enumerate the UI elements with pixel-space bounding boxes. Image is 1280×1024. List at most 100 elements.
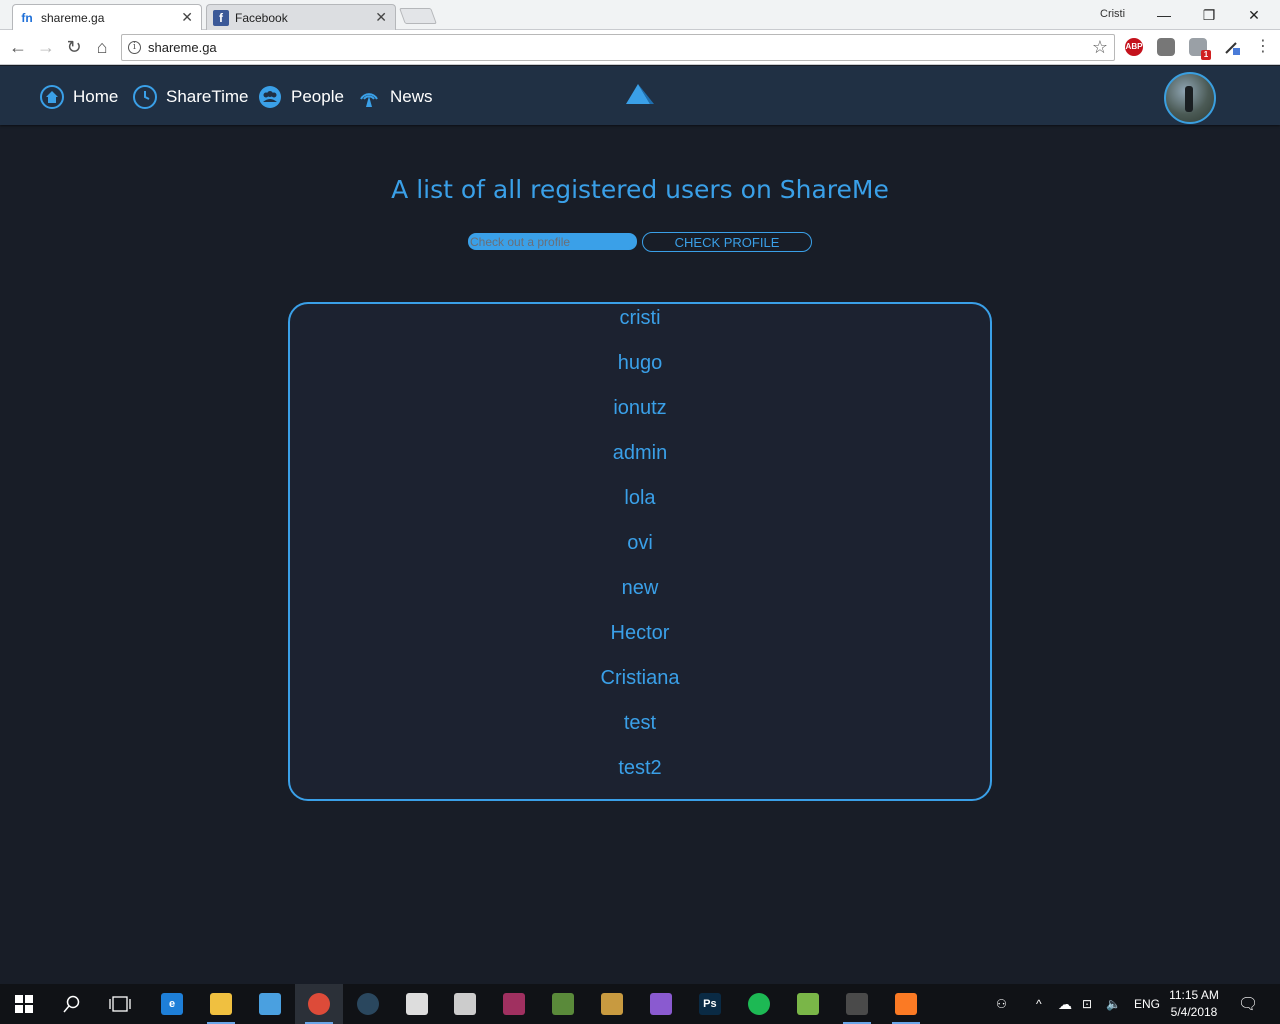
profile-search-input[interactable] (468, 233, 637, 250)
nav-news-label: News (390, 87, 433, 106)
windows-taskbar: e Ps ⚇ ^ ☁ ⊡ 🔈 ENG 11:15 AM 5/4/2018 🗨 (0, 984, 1280, 1024)
facebook-favicon-icon: f (213, 9, 229, 26)
minecraft-icon[interactable] (539, 984, 587, 1024)
site-info-icon[interactable]: i (128, 41, 141, 54)
close-tab-icon[interactable]: ✕ (181, 9, 193, 26)
adblock-icon[interactable]: ABP (1125, 38, 1143, 56)
clock-icon (133, 85, 157, 109)
avatar[interactable] (1164, 72, 1216, 124)
skyrim-glyph (454, 993, 477, 1015)
nav-home[interactable]: Home (40, 84, 118, 110)
nav-news[interactable]: News (357, 84, 433, 110)
clock-date: 5/4/2018 (1170, 1005, 1218, 1019)
minecraft-glyph (552, 993, 575, 1015)
tab-shareme[interactable]: fn shareme.ga ✕ (12, 4, 202, 30)
browser-tabstrip: fn shareme.ga ✕ f Facebook ✕ Cristi — ❐ … (0, 0, 1280, 30)
nav-people-label: People (291, 87, 344, 106)
visual-studio-icon[interactable] (637, 984, 685, 1024)
address-bar[interactable]: i shareme.ga ☆ (121, 34, 1115, 61)
edge-glyph: e (161, 993, 183, 1015)
steam-icon[interactable] (344, 984, 392, 1024)
puzzle-extension-icon[interactable]: 1 (1189, 38, 1211, 60)
user-link-cristiana[interactable]: Cristiana (290, 665, 990, 691)
show-hidden-icons-icon[interactable]: ^ (1036, 984, 1042, 1024)
spotify-glyph (747, 993, 770, 1015)
extension-badge: 1 (1201, 50, 1211, 60)
url-text: shareme.ga (148, 40, 217, 55)
store-icon[interactable] (246, 984, 294, 1024)
eyedropper-icon[interactable] (1223, 38, 1241, 56)
bookmark-star-icon[interactable]: ☆ (1092, 37, 1108, 58)
broadcast-icon (360, 93, 378, 107)
edge-icon[interactable]: e (148, 984, 196, 1024)
language-indicator[interactable]: ENG (1134, 984, 1160, 1024)
store-glyph (258, 993, 281, 1015)
photoshop-icon[interactable]: Ps (686, 984, 734, 1024)
user-link-ionutz[interactable]: ionutz (290, 395, 990, 421)
taskbar-clock[interactable]: 11:15 AM 5/4/2018 (1164, 987, 1224, 1021)
hearthstone-glyph (601, 993, 624, 1015)
nav-home-label: Home (73, 87, 119, 106)
chrome-menu-icon[interactable]: ⋮ (1252, 37, 1274, 59)
user-link-hugo[interactable]: hugo (290, 350, 990, 376)
people-icon (259, 86, 281, 108)
onedrive-icon[interactable]: ☁ (1058, 984, 1072, 1024)
nav-sharetime[interactable]: ShareTime (133, 84, 249, 110)
chrome-icon[interactable] (294, 984, 343, 1024)
nav-people[interactable]: People (258, 84, 344, 110)
user-link-test[interactable]: test (290, 710, 990, 736)
close-tab-icon[interactable]: ✕ (375, 9, 387, 26)
task-view-icon[interactable] (96, 984, 144, 1024)
browser-profile-name[interactable]: Cristi (1100, 8, 1125, 20)
search-icon[interactable] (48, 984, 96, 1024)
network-icon[interactable]: ⊡ (1082, 984, 1092, 1024)
user-link-ovi[interactable]: ovi (290, 530, 990, 556)
home-button[interactable]: ⌂ (91, 37, 113, 59)
winrar-glyph (503, 993, 526, 1015)
user-list-panel: cristi hugo ionutz admin lola ovi new Hector Cri… (288, 302, 992, 801)
clock-time: 11:15 AM (1169, 988, 1219, 1002)
spotify-icon[interactable] (735, 984, 783, 1024)
people-tray-icon[interactable]: ⚇ (996, 984, 1007, 1024)
user-link-new[interactable]: new (290, 575, 990, 601)
shareme-logo-icon[interactable] (624, 82, 656, 108)
action-center-icon[interactable]: 🗨 (1238, 984, 1258, 1024)
shareme-favicon-icon: fn (21, 10, 33, 25)
sublime-glyph (845, 993, 868, 1015)
forward-button[interactable]: → (35, 37, 57, 59)
xampp-glyph (894, 993, 917, 1015)
site-header: Home ShareTime People News (0, 66, 1280, 125)
user-link-test2[interactable]: test2 (290, 755, 990, 781)
user-link-cristi[interactable]: cristi (290, 305, 990, 331)
tab-facebook[interactable]: f Facebook ✕ (206, 4, 396, 30)
close-window-button[interactable]: ✕ (1234, 4, 1274, 26)
back-button[interactable]: ← (7, 37, 29, 59)
visual-studio-glyph (650, 993, 672, 1015)
new-tab-button[interactable] (399, 8, 437, 24)
chrome-glyph (307, 993, 330, 1015)
check-profile-button[interactable]: CHECK PROFILE (642, 232, 812, 252)
user-link-admin[interactable]: admin (290, 440, 990, 466)
avatar-photo-figure (1185, 86, 1193, 112)
browser-toolbar: ← → ↻ ⌂ i shareme.ga ☆ ABP 1 ⋮ (0, 30, 1280, 65)
briefcase-icon[interactable] (1157, 38, 1175, 56)
unity-icon[interactable] (393, 984, 441, 1024)
sublime-icon[interactable] (833, 984, 881, 1024)
hearthstone-icon[interactable] (588, 984, 636, 1024)
user-link-hector[interactable]: Hector (290, 620, 990, 646)
volume-icon[interactable]: 🔈 (1106, 984, 1121, 1024)
reload-button[interactable]: ↻ (63, 37, 85, 59)
android-studio-glyph (796, 993, 819, 1015)
restore-button[interactable]: ❐ (1189, 4, 1229, 26)
nav-sharetime-label: ShareTime (166, 87, 249, 106)
unity-glyph (405, 993, 428, 1015)
skyrim-icon[interactable] (441, 984, 489, 1024)
android-studio-icon[interactable] (784, 984, 832, 1024)
steam-glyph (356, 993, 379, 1015)
winrar-icon[interactable] (490, 984, 538, 1024)
minimize-button[interactable]: — (1144, 4, 1184, 26)
user-link-lola[interactable]: lola (290, 485, 990, 511)
start-icon[interactable] (0, 984, 48, 1024)
xampp-icon[interactable] (882, 984, 930, 1024)
file-explorer-icon[interactable] (197, 984, 245, 1024)
